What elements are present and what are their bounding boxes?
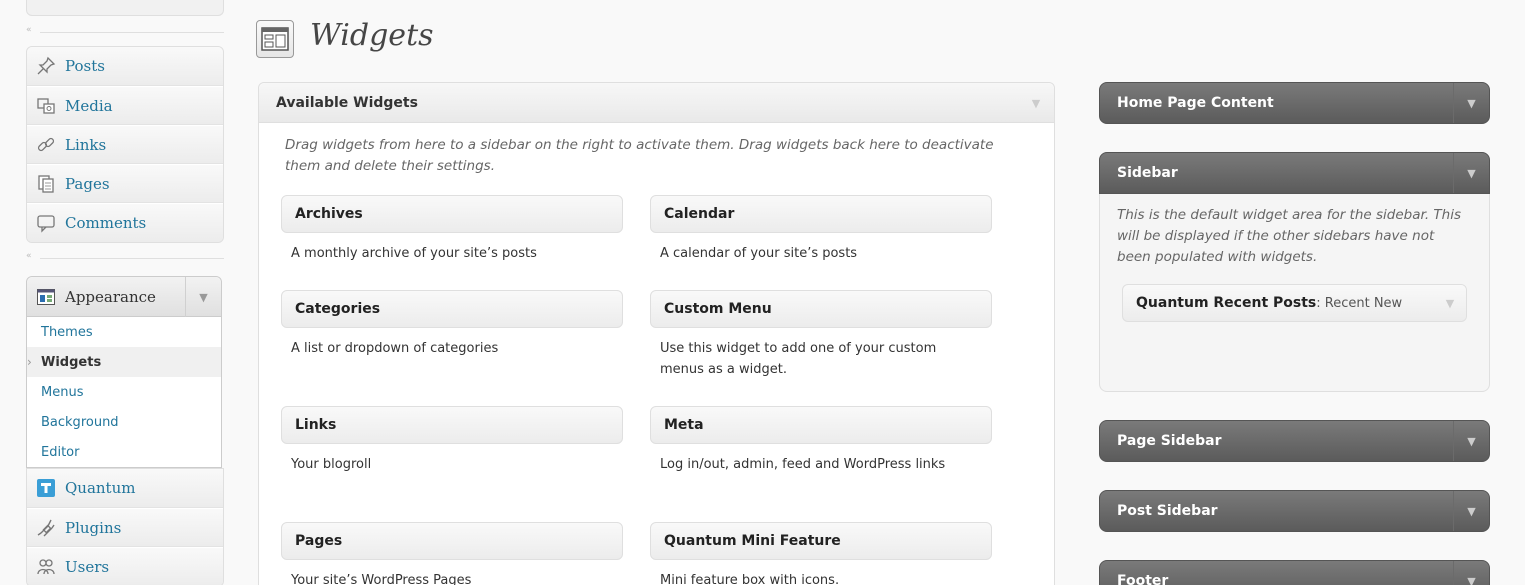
menu-item-appearance[interactable]: Appearance ▼: [27, 277, 221, 317]
users-icon: [35, 557, 57, 577]
sidebar-widget-quantum-recent-posts[interactable]: Quantum Recent Posts: Recent New ▼: [1122, 284, 1467, 322]
submenu-menus[interactable]: Menus: [27, 377, 221, 407]
widget-description: A calendar of your site’s posts: [660, 246, 858, 261]
widget-quantum-mini-feature: Quantum Mini Feature Mini feature box wi…: [650, 522, 992, 585]
pages-icon: [35, 174, 57, 194]
sidebar-footer: Footer ▼: [1099, 560, 1490, 585]
comment-icon: [35, 213, 57, 233]
widget-archives: Archives A monthly archive of your site’…: [281, 195, 623, 264]
available-widgets-panel: Available Widgets ▼ Drag widgets from he…: [258, 82, 1055, 585]
chevron-down-icon[interactable]: ▼: [1453, 153, 1489, 193]
widget-description: Your blogroll: [291, 457, 372, 472]
widget-categories: Categories A list or dropdown of categor…: [281, 290, 623, 359]
menu-item-pages[interactable]: Pages: [27, 164, 223, 203]
menu-item-users[interactable]: Users: [27, 547, 223, 585]
sidebar-post-sidebar: Post Sidebar ▼: [1099, 490, 1490, 532]
submenu-background[interactable]: Background: [27, 407, 221, 437]
submenu-themes[interactable]: Themes: [27, 317, 221, 347]
widget-description: Your site’s WordPress Pages: [291, 573, 472, 585]
chevron-down-icon[interactable]: ▼: [1453, 561, 1489, 585]
menu-top-stub: [26, 0, 224, 16]
chevron-down-icon[interactable]: ▼: [1453, 491, 1489, 531]
chevron-down-icon[interactable]: ▼: [1018, 83, 1054, 123]
widget-title[interactable]: Quantum Mini Feature: [650, 522, 992, 560]
menu-item-media[interactable]: Media: [27, 86, 223, 125]
widget-calendar: Calendar A calendar of your site’s posts: [650, 195, 992, 264]
widget-pages: Pages Your site’s WordPress Pages: [281, 522, 623, 585]
widget-description: Use this widget to add one of your custo…: [660, 341, 937, 377]
widget-meta: Meta Log in/out, admin, feed and WordPre…: [650, 406, 992, 475]
menu-item-links[interactable]: Links: [27, 125, 223, 164]
widget-title[interactable]: Categories: [281, 290, 623, 328]
link-icon: [35, 135, 57, 155]
sidebar-header[interactable]: Page Sidebar ▼: [1099, 420, 1490, 462]
sidebar-header[interactable]: Home Page Content ▼: [1099, 82, 1490, 124]
widget-custom-menu: Custom Menu Use this widget to add one o…: [650, 290, 992, 380]
widget-description: Mini feature box with icons.: [660, 573, 840, 585]
submenu-widgets[interactable]: › Widgets: [27, 347, 221, 377]
menu-item-plugins[interactable]: Plugins: [27, 508, 223, 547]
widget-title[interactable]: Links: [281, 406, 623, 444]
sidebar-header[interactable]: Sidebar ▼: [1099, 152, 1490, 194]
sidebar-header[interactable]: Footer ▼: [1099, 560, 1490, 585]
chevron-down-icon[interactable]: ▼: [1434, 285, 1466, 321]
menu-group-settings: Quantum Plugins Users: [26, 468, 224, 585]
widgets-page-icon: [256, 20, 294, 58]
current-caret-icon: ›: [27, 355, 32, 369]
sidebar-page-sidebar: Page Sidebar ▼: [1099, 420, 1490, 462]
menu-item-posts[interactable]: Posts: [27, 47, 223, 86]
widget-title[interactable]: Calendar: [650, 195, 992, 233]
sidebar-main: Sidebar ▼ This is the default widget are…: [1099, 152, 1490, 392]
menu-item-comments[interactable]: Comments: [27, 203, 223, 242]
menu-separator[interactable]: «: [26, 25, 224, 38]
widget-title[interactable]: Meta: [650, 406, 992, 444]
chevron-down-icon[interactable]: ▼: [1453, 83, 1489, 123]
widget-title[interactable]: Custom Menu: [650, 290, 992, 328]
sidebar-header[interactable]: Post Sidebar ▼: [1099, 490, 1490, 532]
widget-links: Links Your blogroll: [281, 406, 623, 475]
available-widgets-header[interactable]: Available Widgets ▼: [259, 83, 1054, 123]
appearance-icon: [35, 287, 57, 307]
plugin-icon: [35, 518, 57, 538]
sidebar-home-page-content: Home Page Content ▼: [1099, 82, 1490, 124]
menu-group-content: Posts Media Links Pages Comments: [26, 46, 224, 243]
pin-icon: [35, 56, 57, 76]
widget-description: A monthly archive of your site’s posts: [291, 246, 537, 261]
media-icon: [35, 96, 57, 116]
collapse-arrow-icon[interactable]: «: [26, 25, 32, 35]
widget-title[interactable]: Archives: [281, 195, 623, 233]
chevron-down-icon[interactable]: ▼: [1453, 421, 1489, 461]
menu-item-quantum[interactable]: Quantum: [27, 469, 223, 508]
available-widgets-description: Drag widgets from here to a sidebar on t…: [285, 137, 994, 174]
collapse-arrow-icon[interactable]: «: [26, 251, 32, 261]
widget-description: Log in/out, admin, feed and WordPress li…: [660, 457, 946, 472]
submenu-editor[interactable]: Editor: [27, 437, 221, 467]
menu-appearance: Appearance ▼ Themes › Widgets Menus Back…: [26, 276, 222, 468]
widget-title[interactable]: Pages: [281, 522, 623, 560]
page-title: Widgets: [310, 18, 434, 53]
sidebar-description: This is the default widget area for the …: [1117, 207, 1461, 265]
menu-separator[interactable]: «: [26, 251, 224, 264]
chevron-down-icon[interactable]: ▼: [185, 277, 221, 317]
quantum-icon: [35, 478, 57, 498]
widget-description: A list or dropdown of categories: [291, 341, 499, 356]
